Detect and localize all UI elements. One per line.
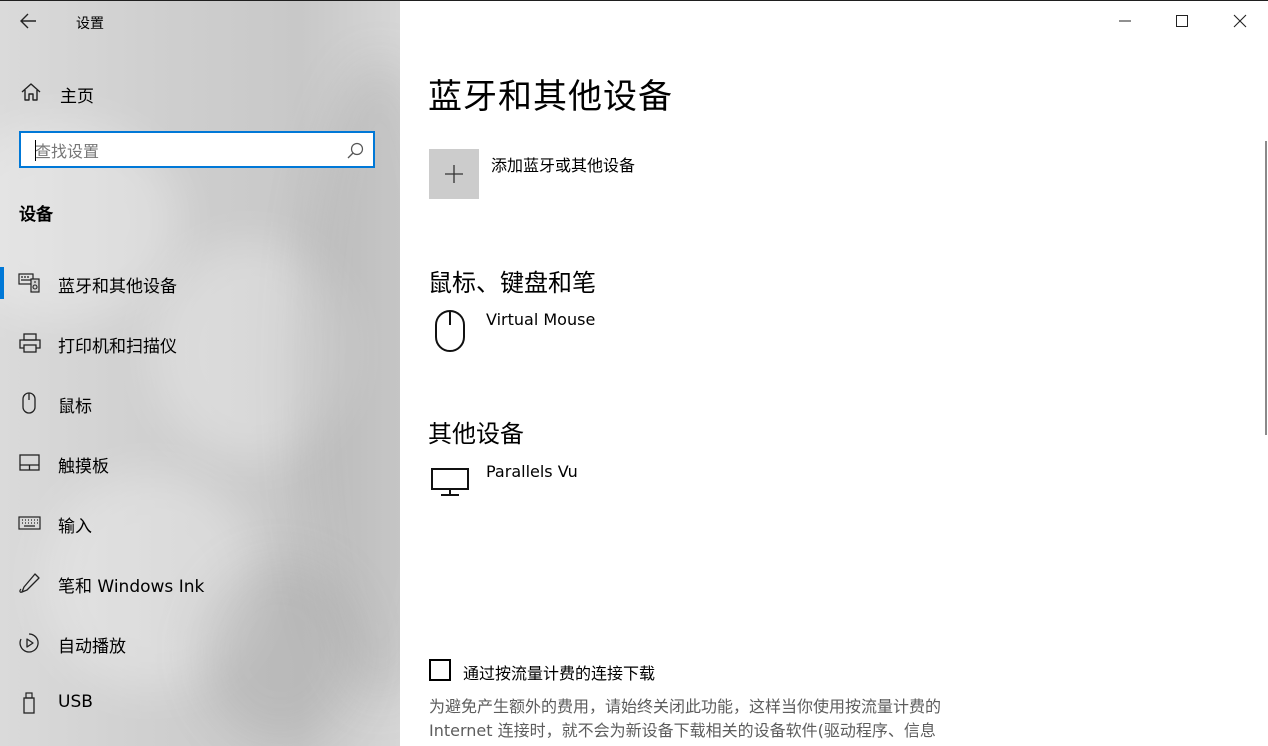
title-bar: 设置 [0,1,400,41]
sidebar-item-printers[interactable]: 打印机和扫描仪 [0,321,400,365]
monitor-icon [431,468,469,496]
metered-download-checkbox[interactable] [429,659,451,681]
sidebar-item-label: 触摸板 [58,457,109,477]
search-box[interactable] [19,131,375,168]
usb-icon [23,692,35,714]
selection-indicator [0,267,4,299]
section-title: 设备 [19,205,53,225]
bluetooth-devices-icon [18,273,40,293]
device-name-virtual-mouse[interactable]: Virtual Mouse [486,310,595,329]
back-button[interactable] [14,9,44,35]
add-device-button[interactable] [429,149,479,199]
sidebar-item-mouse[interactable]: 鼠标 [0,381,400,425]
sidebar-item-label: USB [58,692,93,712]
sidebar-item-typing[interactable]: 输入 [0,501,400,545]
sidebar-item-label: 输入 [58,517,92,537]
sidebar-item-label: 蓝牙和其他设备 [58,277,177,297]
sidebar-item-label: 自动播放 [58,637,126,657]
autoplay-icon [19,633,39,653]
sidebar-item-label: 打印机和扫描仪 [58,337,177,357]
minimize-icon [1119,20,1131,22]
close-icon [1233,14,1247,28]
sidebar: 设置 主页 设备 蓝牙和其他设备 打印机和扫 [0,1,400,746]
sidebar-item-autoplay[interactable]: 自动播放 [0,621,400,665]
section-title-mouse-keyboard-pen: 鼠标、键盘和笔 [428,269,596,297]
search-icon[interactable] [345,141,365,161]
app-title: 设置 [76,16,104,32]
mouse-icon [435,310,465,352]
pen-icon [19,573,40,593]
metered-description: 为避免产生额外的费用，请始终关闭此功能，这样当你使用按流量计费的 Interne… [429,697,942,740]
page-title: 蓝牙和其他设备 [428,77,673,117]
device-name-parallels-vu[interactable]: Parallels Vu [486,462,578,481]
keyboard-icon [18,516,41,530]
back-arrow-icon [20,13,36,29]
add-device-label[interactable]: 添加蓝牙或其他设备 [491,152,635,176]
sidebar-item-bluetooth[interactable]: 蓝牙和其他设备 [0,261,400,305]
maximize-icon [1176,15,1188,27]
sidebar-item-pen[interactable]: 笔和 Windows Ink [0,561,400,605]
text-caret [35,140,36,161]
sidebar-item-label: 鼠标 [58,397,92,417]
sidebar-item-label: 主页 [60,87,94,107]
sidebar-item-home[interactable]: 主页 [0,73,400,113]
minimize-button[interactable] [1102,5,1148,37]
touchpad-icon [19,454,40,471]
main-content: 蓝牙和其他设备 添加蓝牙或其他设备 鼠标、键盘和笔 Virtual Mouse … [400,1,1268,746]
maximize-button[interactable] [1159,5,1205,37]
home-icon [21,83,41,101]
plus-icon [445,165,463,183]
close-button[interactable] [1217,5,1263,37]
metered-download-label[interactable]: 通过按流量计费的连接下载 [463,660,655,684]
search-input[interactable] [33,139,337,163]
printer-icon [19,333,41,353]
sidebar-item-usb[interactable]: USB [0,681,400,725]
sidebar-item-touchpad[interactable]: 触摸板 [0,441,400,485]
section-title-other-devices: 其他设备 [428,420,524,448]
scrollbar[interactable] [1265,141,1267,435]
mouse-icon [22,392,36,414]
sidebar-item-label: 笔和 Windows Ink [58,577,205,597]
